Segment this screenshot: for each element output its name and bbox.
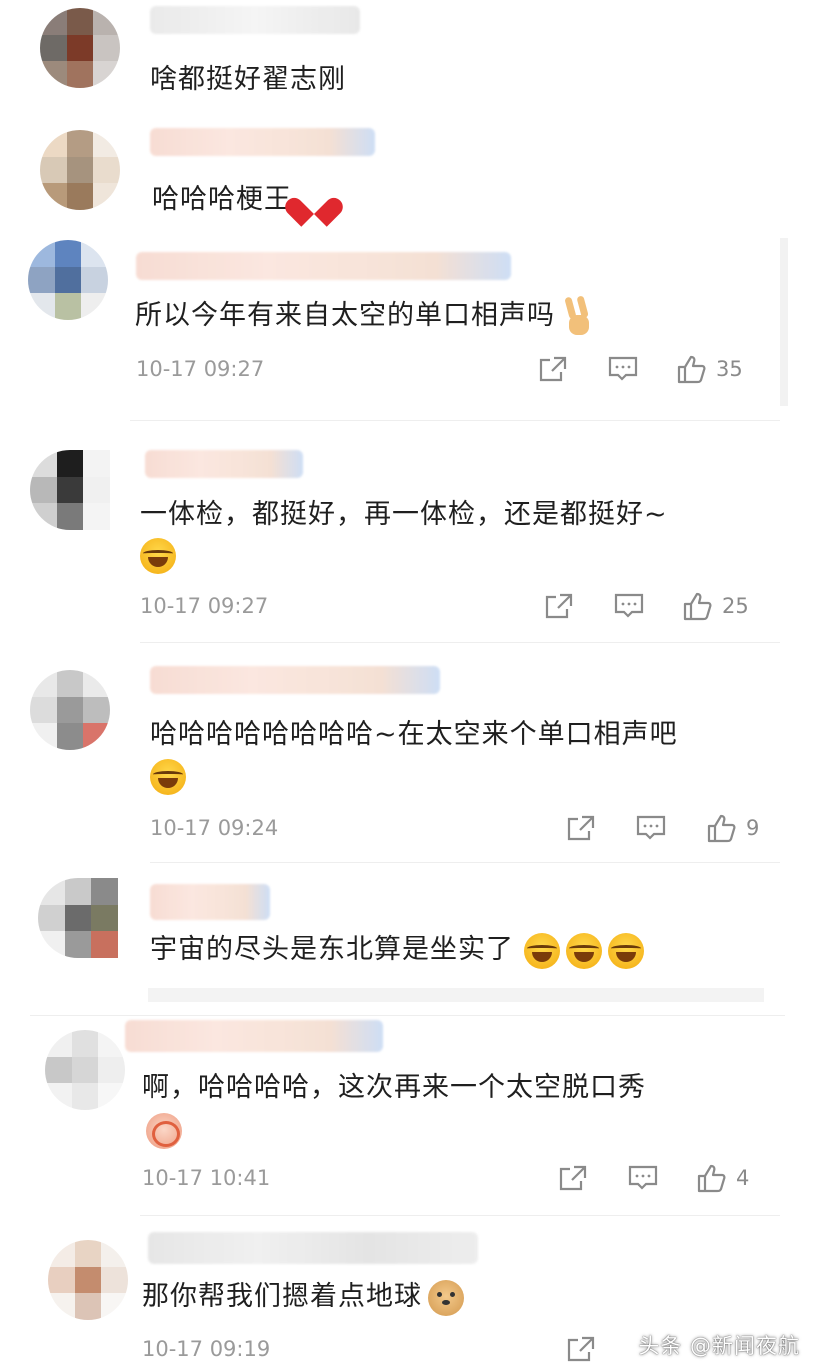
comment-button[interactable] xyxy=(608,353,638,385)
comment-body: 哈哈哈哈哈哈哈哈~在太空来个单口相声吧 xyxy=(150,719,678,750)
comment-meta: 10-17 09:24 9 xyxy=(150,812,790,844)
username-blurred[interactable] xyxy=(150,884,270,920)
divider xyxy=(150,862,780,863)
timestamp: 10-17 09:27 xyxy=(140,594,269,618)
username-blurred[interactable] xyxy=(150,666,440,694)
share-icon xyxy=(539,356,567,382)
comment-button[interactable] xyxy=(628,1162,658,1194)
like-count: 4 xyxy=(736,1166,750,1190)
avatar[interactable] xyxy=(30,670,110,750)
avatar[interactable] xyxy=(48,1240,128,1320)
tears-of-joy-icon xyxy=(608,932,644,969)
share-button[interactable] xyxy=(558,1162,588,1194)
timestamp: 10-17 09:19 xyxy=(142,1337,271,1361)
thumbs-up-icon xyxy=(683,592,712,621)
divider xyxy=(140,642,780,643)
divider xyxy=(140,1215,780,1216)
comment-body: 一体检，都挺好，再一体检，还是都挺好~ xyxy=(140,499,668,530)
heart-icon xyxy=(298,186,332,216)
timestamp: 10-17 10:41 xyxy=(142,1166,271,1190)
comment-text: 啥都挺好翟志刚 xyxy=(150,60,346,100)
share-button[interactable] xyxy=(544,590,574,622)
comment-text: 哈哈哈梗王 xyxy=(152,180,332,220)
share-button[interactable] xyxy=(538,353,568,385)
share-icon xyxy=(545,593,573,619)
comment-body: 啥都挺好翟志刚 xyxy=(150,64,346,95)
card-border xyxy=(30,1015,785,1016)
timestamp: 10-17 09:27 xyxy=(136,357,265,381)
like-button[interactable]: 4 xyxy=(696,1162,749,1194)
victory-hand-icon xyxy=(561,297,591,337)
card-border xyxy=(780,238,788,406)
ok-hand-icon xyxy=(146,1112,182,1149)
avatar[interactable] xyxy=(40,130,120,210)
comment-body: 宇宙的尽头是东北算是坐实了 xyxy=(150,934,514,965)
username-blurred[interactable] xyxy=(150,6,360,34)
like-count: 35 xyxy=(716,357,743,381)
like-button[interactable]: 9 xyxy=(706,812,759,844)
like-count: 9 xyxy=(746,816,760,840)
comment-icon xyxy=(608,356,638,381)
watermark: 头条 @新闻夜航 xyxy=(638,1334,800,1358)
like-button[interactable]: 25 xyxy=(682,590,749,622)
share-icon xyxy=(559,1165,587,1191)
share-icon xyxy=(567,1336,595,1362)
avatar[interactable] xyxy=(28,240,108,320)
comment-meta: 10-17 10:41 4 xyxy=(142,1162,782,1194)
share-button[interactable] xyxy=(566,812,596,844)
like-button[interactable]: 35 xyxy=(676,353,743,385)
comment-text: 宇宙的尽头是东北算是坐实了 xyxy=(150,930,644,970)
comment-text-line2 xyxy=(150,756,186,796)
comment-meta: 10-17 09:27 25 xyxy=(140,590,780,622)
avatar[interactable] xyxy=(40,8,120,88)
doge-icon xyxy=(428,1279,464,1316)
username-blurred[interactable] xyxy=(148,1232,478,1264)
comment-icon xyxy=(628,1165,658,1190)
comment-text: 啊，哈哈哈哈，这次再来一个太空脱口秀 xyxy=(142,1068,646,1108)
comment-button[interactable] xyxy=(614,590,644,622)
tears-of-joy-icon xyxy=(566,932,602,969)
comment-icon xyxy=(614,593,644,618)
thumbs-up-icon xyxy=(697,1164,726,1193)
comment-text: 哈哈哈哈哈哈哈哈~在太空来个单口相声吧 xyxy=(150,715,678,755)
avatar[interactable] xyxy=(45,1030,125,1110)
comment-icon xyxy=(636,815,666,840)
comment-text-line2 xyxy=(140,535,176,575)
avatar[interactable] xyxy=(38,878,118,958)
share-button[interactable] xyxy=(566,1333,596,1365)
username-blurred[interactable] xyxy=(136,252,511,280)
divider xyxy=(148,988,764,1002)
like-count: 25 xyxy=(722,594,749,618)
username-blurred[interactable] xyxy=(145,450,303,478)
comment-text-line2 xyxy=(146,1110,182,1150)
tears-of-joy-icon xyxy=(150,758,186,795)
comment-body: 那你帮我们摁着点地球 xyxy=(142,1281,422,1312)
comment-button[interactable] xyxy=(636,812,666,844)
username-blurred[interactable] xyxy=(125,1020,383,1052)
timestamp: 10-17 09:24 xyxy=(150,816,279,840)
username-blurred[interactable] xyxy=(150,128,375,156)
avatar[interactable] xyxy=(30,450,110,530)
tears-of-joy-icon xyxy=(140,537,176,574)
comment-body: 哈哈哈梗王 xyxy=(152,184,292,215)
comment-text: 那你帮我们摁着点地球 xyxy=(142,1277,464,1317)
comment-meta: 10-17 09:27 35 xyxy=(136,353,776,385)
comment-body: 啊，哈哈哈哈，这次再来一个太空脱口秀 xyxy=(142,1072,646,1103)
tears-of-joy-icon xyxy=(524,932,560,969)
comment-body: 所以今年有来自太空的单口相声吗 xyxy=(135,300,555,331)
thumbs-up-icon xyxy=(707,814,736,843)
thumbs-up-icon xyxy=(677,355,706,384)
comment-text: 所以今年有来自太空的单口相声吗 xyxy=(135,296,591,337)
divider xyxy=(130,420,780,421)
comment-text: 一体检，都挺好，再一体检，还是都挺好~ xyxy=(140,495,668,535)
share-icon xyxy=(567,815,595,841)
